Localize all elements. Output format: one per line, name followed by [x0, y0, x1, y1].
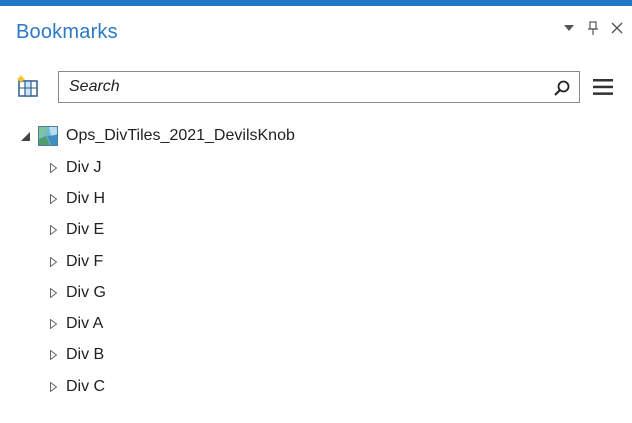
bookmark-item-label: Div G [66, 283, 106, 301]
bookmark-item-label: Div H [66, 189, 106, 207]
chevron-down-icon[interactable] [562, 18, 576, 38]
search-input[interactable] [59, 72, 539, 102]
pane-title: Bookmarks [16, 21, 118, 43]
bookmark-item-label: Div J [66, 158, 102, 176]
collapsed-triangle-icon[interactable] [48, 256, 58, 268]
collapsed-triangle-icon[interactable] [48, 349, 58, 361]
search-icon[interactable] [551, 77, 573, 99]
new-bookmark-icon[interactable] [16, 75, 40, 99]
bookmark-item[interactable]: Div A [18, 308, 618, 339]
pane-title-controls [562, 18, 624, 38]
search-box [58, 71, 580, 103]
collapsed-triangle-icon[interactable] [48, 287, 58, 299]
bookmark-item[interactable]: Div J [18, 152, 618, 183]
collapsed-triangle-icon[interactable] [48, 224, 58, 236]
bookmark-item[interactable]: Div G [18, 277, 618, 308]
bookmarks-pane: Bookmarks Search Ops_DivTiles_2021_Devil… [0, 0, 632, 423]
expanded-triangle-icon[interactable] [18, 129, 32, 143]
tree-root-node[interactable]: Ops_DivTiles_2021_DevilsKnob [18, 122, 618, 150]
bookmark-item-label: Div E [66, 221, 105, 239]
bookmark-item-label: Div B [66, 346, 105, 364]
map-icon [38, 126, 58, 146]
hamburger-menu-icon[interactable] [590, 74, 616, 100]
collapsed-triangle-icon[interactable] [48, 162, 58, 174]
pin-icon[interactable] [586, 18, 600, 38]
bookmark-item[interactable]: Div H [18, 183, 618, 214]
collapsed-triangle-icon[interactable] [48, 193, 58, 205]
bookmarks-toolbar [16, 70, 624, 104]
tree-children: Div J Div H Div E Div F Div G Div A Div … [18, 152, 618, 402]
bookmark-item-label: Div C [66, 377, 106, 395]
collapsed-triangle-icon[interactable] [48, 318, 58, 330]
bookmarks-tree: Ops_DivTiles_2021_DevilsKnob Div J Div H… [18, 122, 618, 402]
bookmark-item[interactable]: Div C [18, 371, 618, 402]
bookmark-item-label: Div F [66, 252, 104, 270]
pane-accent-bar [0, 0, 632, 6]
collapsed-triangle-icon[interactable] [48, 381, 58, 393]
bookmark-item-label: Div A [66, 315, 104, 333]
bookmark-item[interactable]: Div E [18, 215, 618, 246]
bookmark-item[interactable]: Div B [18, 340, 618, 371]
close-icon[interactable] [610, 18, 624, 38]
bookmark-item[interactable]: Div F [18, 246, 618, 277]
tree-root-label: Ops_DivTiles_2021_DevilsKnob [66, 127, 295, 144]
